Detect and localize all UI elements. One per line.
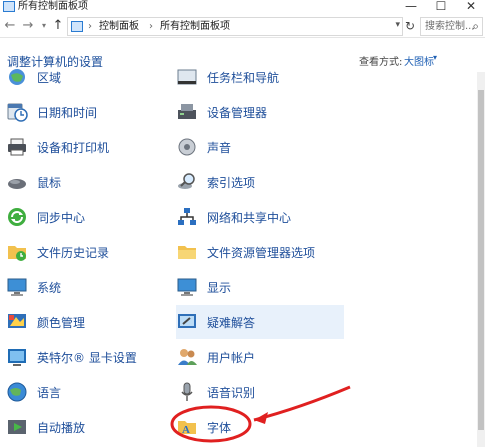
speaker-icon <box>176 136 198 158</box>
region-icon <box>6 66 28 88</box>
item-speech-recognition[interactable]: 语音识别 <box>176 375 344 409</box>
item-label: 设备管理器 <box>207 105 268 120</box>
item-device-manager[interactable]: 设备管理器 <box>176 95 344 129</box>
address-dropdown-button[interactable]: ▾ <box>395 20 400 30</box>
globe-icon <box>6 381 28 403</box>
item-label: 鼠标 <box>37 175 62 190</box>
search-box[interactable]: 搜索控制... ⌕ <box>420 17 483 36</box>
back-button[interactable]: ← <box>2 18 18 34</box>
device-manager-icon <box>176 101 198 123</box>
control-panel-icon <box>3 1 15 12</box>
item-sound[interactable]: 声音 <box>176 130 344 164</box>
view-by-label: 查看方式: <box>359 57 403 68</box>
view-by-dropdown[interactable]: 大图标 <box>404 53 434 68</box>
breadcrumb-separator[interactable]: › <box>88 20 92 33</box>
item-label: 任务栏和导航 <box>207 70 280 85</box>
monitor-icon <box>176 276 198 298</box>
breadcrumb-control-panel[interactable]: 控制面板 <box>99 20 139 33</box>
item-label: 字体 <box>207 420 232 435</box>
taskbar-icon <box>176 66 198 88</box>
magnifier-icon <box>176 171 198 193</box>
item-sync-center[interactable]: 同步中心 <box>6 200 166 234</box>
item-label: 颜色管理 <box>37 315 86 330</box>
item-label: 文件资源管理器选项 <box>207 245 316 260</box>
fonts-icon: A <box>176 416 198 438</box>
item-label: 日期和时间 <box>37 105 98 120</box>
item-date-and-time[interactable]: 日期和时间 <box>6 95 166 129</box>
printer-icon <box>6 136 28 158</box>
item-label: 系统 <box>37 280 62 295</box>
color-management-icon <box>6 311 28 333</box>
item-display[interactable]: 显示 <box>176 270 344 304</box>
minimize-button[interactable]: — <box>398 0 424 13</box>
item-label: 语音识别 <box>207 385 256 400</box>
control-panel-icon <box>71 21 83 32</box>
item-devices-and-printers[interactable]: 设备和打印机 <box>6 130 166 164</box>
item-label: 文件历史记录 <box>37 245 110 260</box>
close-button[interactable]: ✕ <box>458 0 484 13</box>
item-label: 显示 <box>207 280 232 295</box>
navigation-bar: ← → ▾ ↑ › 控制面板 › 所有控制面板项 ▾ ↻ 搜索控制... ⌕ <box>0 14 485 38</box>
forward-button[interactable]: → <box>20 18 36 34</box>
maximize-button[interactable]: ☐ <box>428 0 454 13</box>
item-label: 设备和打印机 <box>37 140 110 155</box>
vertical-scrollbar[interactable] <box>477 72 485 447</box>
users-icon <box>176 346 198 368</box>
title-bar: 所有控制面板项 — ☐ ✕ <box>0 0 485 14</box>
search-input[interactable]: 搜索控制... <box>425 20 475 33</box>
item-mouse[interactable]: 鼠标 <box>6 165 166 199</box>
item-label: 自动播放 <box>37 420 86 435</box>
item-intel-graphics-settings[interactable]: 英特尔® 显卡设置 <box>6 340 166 374</box>
item-user-accounts[interactable]: 用户帐户 <box>176 340 344 374</box>
chevron-down-icon[interactable]: ▾ <box>433 53 437 62</box>
item-network-and-sharing-center[interactable]: 网络和共享中心 <box>176 200 344 234</box>
breadcrumb-all-items[interactable]: 所有控制面板项 <box>160 20 230 33</box>
breadcrumb-separator[interactable]: › <box>149 20 153 33</box>
microphone-icon <box>176 381 198 403</box>
window-title: 所有控制面板项 <box>18 1 88 12</box>
clock-icon <box>6 101 28 123</box>
item-label: 声音 <box>207 140 232 155</box>
sync-icon <box>6 206 28 228</box>
svg-text:A: A <box>182 424 190 436</box>
file-history-icon <box>6 241 28 263</box>
item-system[interactable]: 系统 <box>6 270 166 304</box>
item-file-history[interactable]: 文件历史记录 <box>6 235 166 269</box>
item-language[interactable]: 语言 <box>6 375 166 409</box>
item-taskbar[interactable]: 任务栏和导航 <box>176 60 344 94</box>
up-button[interactable]: ↑ <box>50 18 66 34</box>
item-color-management[interactable]: 颜色管理 <box>6 305 166 339</box>
item-label: 索引选项 <box>207 175 256 190</box>
address-bar[interactable]: › 控制面板 › 所有控制面板项 ▾ <box>67 17 403 36</box>
item-label: 用户帐户 <box>207 350 256 365</box>
item-label: 区域 <box>37 70 62 85</box>
folder-icon <box>176 241 198 263</box>
item-fonts[interactable]: A 字体 <box>176 410 344 444</box>
item-label: 英特尔® 显卡设置 <box>37 350 137 365</box>
autoplay-icon <box>6 416 28 438</box>
item-file-explorer-options[interactable]: 文件资源管理器选项 <box>176 235 344 269</box>
scrollbar-thumb[interactable] <box>478 90 484 430</box>
intel-graphics-icon <box>6 346 28 368</box>
item-region[interactable]: 区域 <box>6 60 166 94</box>
troubleshooting-icon <box>176 311 198 333</box>
item-label: 网络和共享中心 <box>207 210 292 225</box>
item-troubleshooting[interactable]: 疑难解答 <box>176 305 344 339</box>
refresh-button[interactable]: ↻ <box>402 18 418 34</box>
item-label: 疑难解答 <box>207 315 256 330</box>
item-label: 同步中心 <box>37 210 86 225</box>
item-label: 语言 <box>37 385 62 400</box>
network-icon <box>176 206 198 228</box>
item-indexing-options[interactable]: 索引选项 <box>176 165 344 199</box>
computer-icon <box>6 276 28 298</box>
item-autoplay[interactable]: 自动播放 <box>6 410 166 444</box>
search-icon[interactable]: ⌕ <box>472 19 479 34</box>
mouse-icon <box>6 171 28 193</box>
